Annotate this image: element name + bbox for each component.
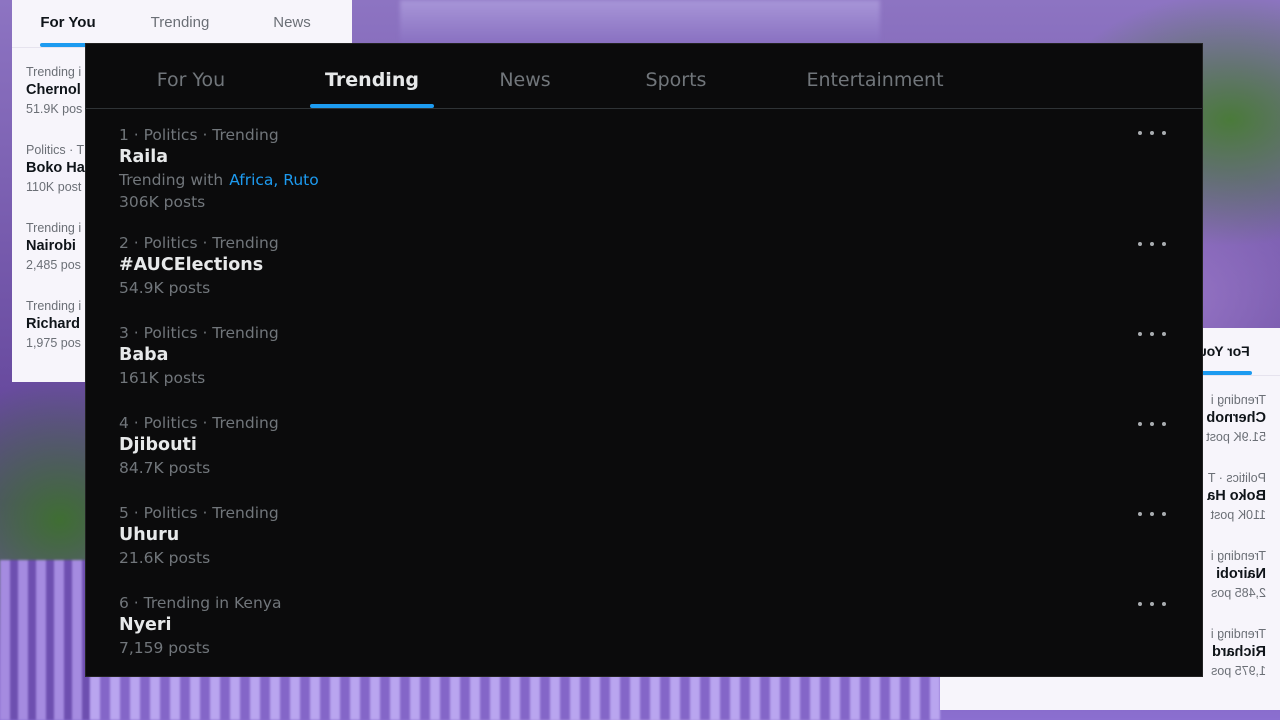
more-options-icon[interactable] — [1138, 596, 1166, 612]
trend-posts: 161K posts — [119, 369, 206, 387]
background-fence-left — [0, 560, 90, 720]
trend-item-5[interactable]: 5 · Politics · Trending Uhuru 21.6K post… — [86, 490, 1202, 580]
trend-item-6[interactable]: 6 · Trending in Kenya Nyeri 7,159 posts — [86, 580, 1202, 670]
tab-news[interactable]: News — [470, 44, 580, 108]
trend-item-1[interactable]: 1 · Politics · Trending Raila Trending w… — [86, 109, 1202, 220]
trend-meta: 5 · Politics · Trending — [119, 504, 279, 522]
trend-posts: 7,159 posts — [119, 639, 210, 657]
trend-context-links[interactable]: Africa, Ruto — [229, 171, 319, 189]
main-trends-panel: For You Trending News Sports Entertainme… — [86, 44, 1202, 676]
trend-name: Nyeri — [119, 615, 172, 635]
trend-meta: 2 · Politics · Trending — [119, 234, 279, 252]
trend-meta: 3 · Politics · Trending — [119, 324, 279, 342]
trend-item-4[interactable]: 4 · Politics · Trending Djibouti 84.7K p… — [86, 400, 1202, 490]
tab-sports[interactable]: Sports — [616, 44, 736, 108]
trend-posts: 21.6K posts — [119, 549, 211, 567]
main-tabs: For You Trending News Sports Entertainme… — [86, 44, 1202, 109]
tab-for-you[interactable]: For You — [106, 44, 276, 108]
more-options-icon[interactable] — [1138, 416, 1166, 432]
trend-item-3[interactable]: 3 · Politics · Trending Baba 161K posts — [86, 310, 1202, 400]
left-tabs: For You Trending News — [12, 0, 352, 48]
background-fence-bottom — [90, 676, 940, 720]
more-options-icon[interactable] — [1138, 125, 1166, 141]
more-options-icon[interactable] — [1138, 236, 1166, 252]
more-options-icon[interactable] — [1138, 326, 1166, 342]
trend-name: Uhuru — [119, 525, 180, 545]
trend-item-2[interactable]: 2 · Politics · Trending #AUCElections 54… — [86, 220, 1202, 310]
trend-meta: 6 · Trending in Kenya — [119, 594, 282, 612]
trend-meta: 1 · Politics · Trending — [119, 126, 279, 144]
more-options-icon[interactable] — [1138, 506, 1166, 522]
trend-posts: 54.9K posts — [119, 279, 211, 297]
tab-trending[interactable]: Trending — [310, 44, 434, 108]
trend-context-label: Trending with — [119, 171, 224, 189]
trend-posts: 306K posts — [119, 193, 206, 211]
trend-name: Djibouti — [119, 435, 197, 455]
trend-context: Trending with Africa, Ruto — [119, 169, 1202, 191]
trend-name: Baba — [119, 345, 169, 365]
left-tab-news[interactable]: News — [236, 0, 348, 47]
trend-name: #AUCElections — [119, 255, 264, 275]
trend-posts: 84.7K posts — [119, 459, 211, 477]
left-tab-trending[interactable]: Trending — [124, 0, 236, 47]
left-tab-for-you[interactable]: For You — [12, 0, 124, 47]
tab-entertainment[interactable]: Entertainment — [770, 44, 980, 108]
trend-meta: 4 · Politics · Trending — [119, 414, 279, 432]
trend-name: Raila — [119, 147, 169, 167]
